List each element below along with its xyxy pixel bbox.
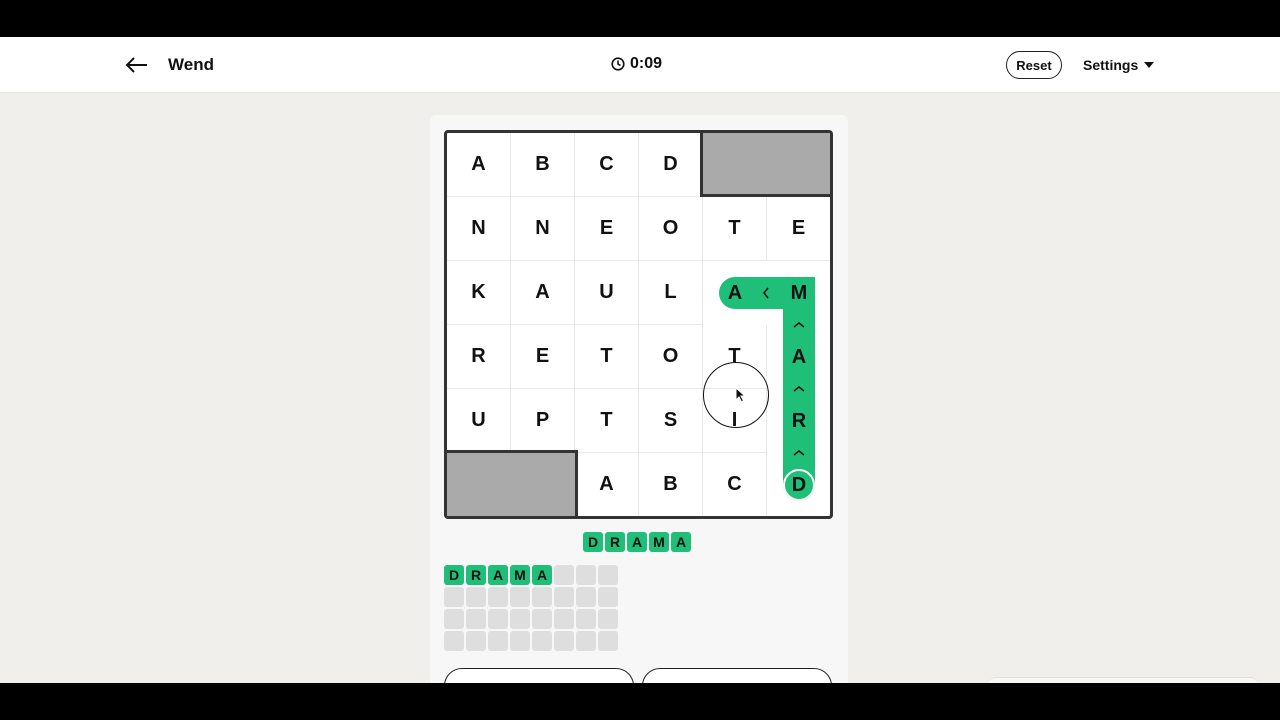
word-slot xyxy=(532,587,552,607)
word-slot xyxy=(532,631,552,651)
word-slot xyxy=(576,631,596,651)
chevron-up-icon xyxy=(793,450,805,456)
word-slot xyxy=(554,587,574,607)
word-slot xyxy=(598,609,618,629)
reset-button[interactable]: Reset xyxy=(1006,51,1062,79)
word-row xyxy=(444,609,618,629)
settings-label: Settings xyxy=(1083,57,1139,73)
word-slot xyxy=(554,631,574,651)
word-slot xyxy=(510,587,530,607)
chevron-left-icon xyxy=(763,287,769,299)
word-slot: A xyxy=(532,565,552,585)
word-row xyxy=(444,587,618,607)
word-slot xyxy=(466,587,486,607)
word-slot: A xyxy=(488,565,508,585)
word-slot: M xyxy=(510,565,530,585)
arrow-left-icon xyxy=(125,57,147,73)
word-slot xyxy=(554,565,574,585)
timer: 0:09 xyxy=(611,55,662,73)
word-slot xyxy=(554,609,574,629)
word-slot xyxy=(444,631,464,651)
word-slot xyxy=(466,631,486,651)
current-word: D R A M A xyxy=(583,532,691,552)
word-slot xyxy=(576,587,596,607)
word-slot xyxy=(532,609,552,629)
chevron-up-icon xyxy=(793,322,805,328)
word-slot xyxy=(444,587,464,607)
game-viewport: Wend 0:09 Reset Settings A B C D N N E O… xyxy=(0,37,1280,683)
word-slot xyxy=(444,609,464,629)
word-slot xyxy=(598,631,618,651)
path-chevrons xyxy=(763,287,805,456)
word-row: D R A M A xyxy=(444,565,618,585)
bottom-right-widget xyxy=(988,677,1258,683)
word-slot xyxy=(576,609,596,629)
word-slot xyxy=(510,609,530,629)
word-tile: R xyxy=(605,532,625,552)
settings-dropdown[interactable]: Settings xyxy=(1083,57,1155,73)
undo-button[interactable]: Undo xyxy=(444,668,634,683)
word-slot xyxy=(510,631,530,651)
word-slot xyxy=(488,587,508,607)
word-slot xyxy=(466,609,486,629)
caret-down-icon xyxy=(1144,62,1155,68)
word-slot: D xyxy=(444,565,464,585)
word-slot xyxy=(576,565,596,585)
word-slot xyxy=(488,631,508,651)
letter-grid[interactable]: A B C D N N E O T E K A U L R E T O T U … xyxy=(444,130,833,519)
word-slot xyxy=(488,609,508,629)
word-tile: M xyxy=(649,532,669,552)
word-slot: R xyxy=(466,565,486,585)
word-tile: A xyxy=(627,532,647,552)
back-button[interactable] xyxy=(124,53,150,77)
clock-icon xyxy=(611,57,625,71)
top-bar: Wend 0:09 Reset Settings xyxy=(0,37,1280,93)
word-row xyxy=(444,631,618,651)
hint-button[interactable]: Hint xyxy=(642,668,832,683)
word-slot xyxy=(598,587,618,607)
timer-value: 0:09 xyxy=(630,55,663,72)
word-tile: D xyxy=(583,532,603,552)
word-tile: A xyxy=(671,532,691,552)
word-slot xyxy=(598,565,618,585)
mouse-pointer-icon xyxy=(735,387,747,403)
word-board: D R A M A xyxy=(444,565,618,653)
chevron-up-icon xyxy=(793,386,805,392)
game-title: Wend xyxy=(168,55,214,74)
